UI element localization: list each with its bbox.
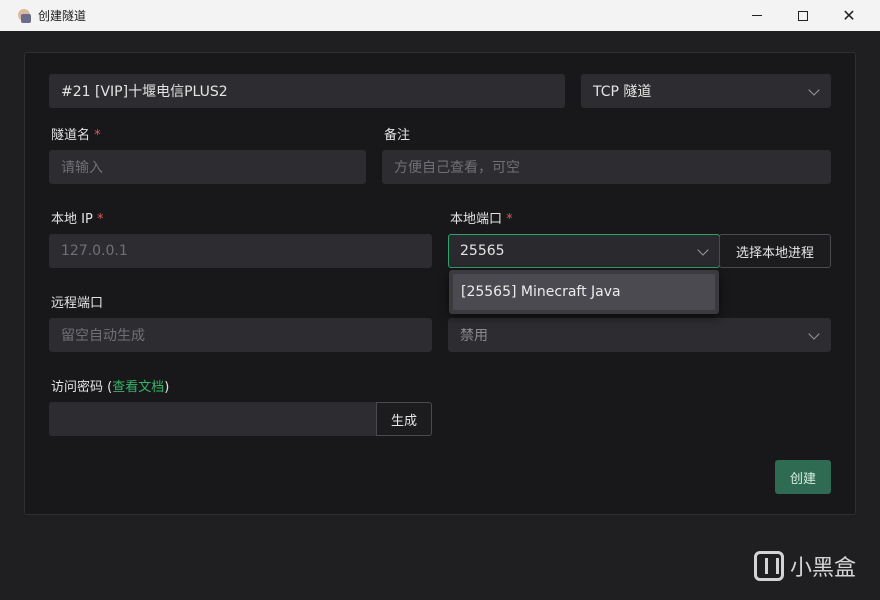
maximize-button[interactable] <box>780 0 826 31</box>
tunnel-name-label: 隧道名 * <box>51 128 101 143</box>
form-panel <box>24 52 856 515</box>
protocol-select[interactable]: TCP 隧道 <box>581 74 831 108</box>
local-port-dropdown: [25565] Minecraft Java <box>449 270 719 314</box>
maximize-icon <box>798 10 808 21</box>
chevron-down-icon <box>808 328 820 340</box>
remark-label: 备注 <box>384 128 411 143</box>
view-docs-link[interactable]: 查看文档 <box>112 380 164 395</box>
local-ip-input[interactable]: 127.0.0.1 <box>49 234 432 268</box>
heybox-logo-icon <box>753 551 784 581</box>
node-select[interactable]: #21 [VIP]十堰电信PLUS2 <box>49 74 565 108</box>
local-ip-label: 本地 IP * <box>51 212 104 227</box>
tunnel-name-input[interactable]: 请输入 <box>49 150 366 184</box>
remote-port-input[interactable]: 留空自动生成 <box>49 318 432 352</box>
access-password-label: 访问密码 (查看文档) <box>51 380 170 395</box>
minimize-button[interactable] <box>734 0 780 31</box>
access-password-input[interactable] <box>49 402 377 436</box>
select-local-process-button[interactable]: 选择本地进程 <box>719 234 831 268</box>
required-mark: * <box>94 128 101 143</box>
window-title: 创建隧道 <box>38 9 87 23</box>
protocol-select-value: TCP 隧道 <box>593 84 652 100</box>
dropdown-option[interactable]: [25565] Minecraft Java <box>453 274 715 310</box>
title-bar: 创建隧道 ✕ <box>0 0 880 31</box>
required-mark: * <box>96 212 104 227</box>
create-tunnel-window: 创建隧道 ✕ #21 [VIP]十堰电信PLUS2 TCP 隧道 隧道名 * 备… <box>0 0 880 600</box>
local-port-label: 本地端口 * <box>450 212 513 227</box>
minimize-icon <box>752 15 762 16</box>
watermark: 小黑盒 <box>753 550 856 582</box>
chevron-down-icon <box>697 244 709 256</box>
chevron-down-icon <box>808 84 820 96</box>
second-select[interactable]: 禁用 <box>448 318 831 352</box>
remote-port-label: 远程端口 <box>51 296 104 311</box>
required-mark: * <box>506 212 513 227</box>
watermark-text: 小黑盒 <box>789 556 856 581</box>
create-button[interactable]: 创建 <box>775 460 831 494</box>
app-icon <box>16 8 32 24</box>
node-select-value: #21 [VIP]十堰电信PLUS2 <box>61 84 228 100</box>
close-icon: ✕ <box>842 6 856 25</box>
local-port-select[interactable]: 25565 <box>448 234 720 268</box>
close-button[interactable]: ✕ <box>826 0 872 31</box>
generate-button[interactable]: 生成 <box>376 402 432 436</box>
local-port-value: 25565 <box>460 243 505 259</box>
remark-input[interactable]: 方便自己查看，可空 <box>382 150 831 184</box>
